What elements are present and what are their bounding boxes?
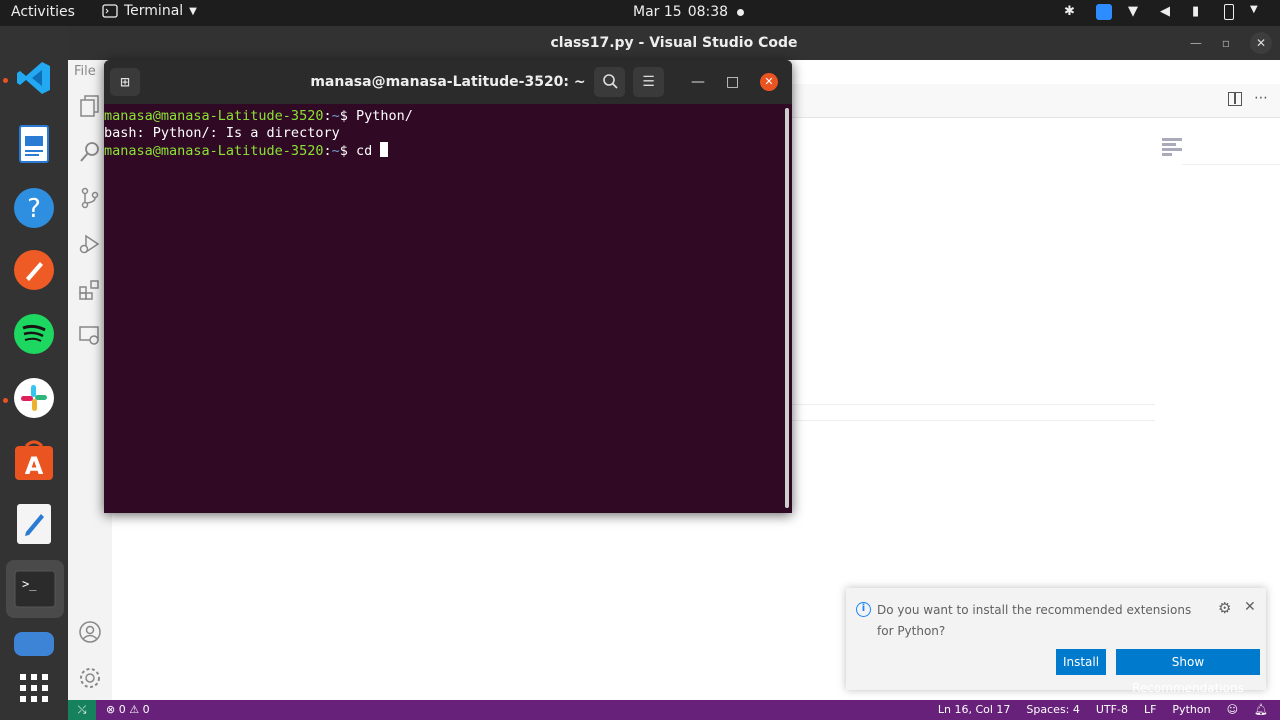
account-icon[interactable] (78, 620, 102, 644)
split-editor-icon[interactable] (1228, 92, 1242, 106)
text-cursor (380, 142, 389, 157)
vscode-icon[interactable] (12, 56, 56, 100)
power-menu-icon[interactable]: ▼ (1250, 4, 1266, 20)
running-indicator (3, 398, 8, 403)
encoding[interactable]: UTF-8 (1096, 703, 1128, 716)
maximize-icon[interactable]: □ (726, 60, 739, 104)
language-mode[interactable]: Python (1172, 703, 1210, 716)
clock-date: Mar 15 (633, 4, 682, 20)
minimap[interactable] (1162, 136, 1182, 166)
minimize-icon[interactable]: — (1190, 26, 1202, 60)
apps-grid-icon[interactable] (12, 666, 56, 710)
close-icon[interactable]: ✕ (760, 73, 778, 91)
zoom-tray-icon[interactable] (1096, 4, 1112, 20)
menu-file[interactable]: File (68, 60, 108, 84)
feedback-icon[interactable]: ☺ (1227, 703, 1238, 716)
system-tray[interactable]: ✱ ▼ ◀ ▮ ▼ (1064, 4, 1266, 20)
terminal-title: manasa@manasa-Latitude-3520: ~ (310, 74, 586, 90)
more-actions-icon[interactable]: ⋯ (1254, 90, 1268, 106)
spotify-icon[interactable] (12, 312, 56, 356)
new-tab-icon[interactable]: ⊞ (110, 68, 140, 96)
software-icon[interactable]: A (12, 438, 56, 482)
svg-text:?: ? (27, 194, 41, 224)
terminal-line: bash: Python/: Is a directory (104, 125, 340, 141)
slack-tray-icon[interactable]: ✱ (1064, 4, 1080, 20)
close-icon[interactable]: ✕ (1250, 32, 1272, 54)
clock-time: 08:38 (687, 4, 729, 20)
search-icon[interactable] (78, 140, 102, 164)
minimize-icon[interactable]: — (691, 60, 705, 104)
cursor-position[interactable]: Ln 16, Col 17 (938, 703, 1011, 716)
terminal-line: manasa@manasa-Latitude-3520:~$ Python/ (104, 108, 413, 124)
terminal-app-icon (102, 4, 118, 18)
activities-button[interactable]: Activities (11, 4, 75, 20)
writer-icon[interactable] (12, 122, 56, 166)
dock: ? A >_ (0, 26, 68, 720)
clock[interactable]: Mar 15 08:38 (633, 4, 745, 20)
running-indicator (3, 78, 8, 83)
indentation[interactable]: Spaces: 4 (1026, 703, 1079, 716)
explorer-icon[interactable] (78, 94, 102, 118)
files-icon[interactable] (12, 626, 56, 656)
editor-line-highlight (790, 420, 1155, 421)
install-button[interactable]: Install (1056, 649, 1106, 675)
notification-dot (737, 8, 745, 16)
wifi-icon[interactable]: ▼ (1128, 4, 1144, 20)
svg-text:A: A (25, 452, 44, 480)
notifications-bell-icon[interactable]: 🔔︎ (1254, 703, 1268, 716)
terminal-headerbar: ⊞ manasa@manasa-Latitude-3520: ~ ☰ — □ ✕ (104, 60, 792, 104)
app-menu[interactable]: Terminal ▼ (102, 3, 197, 19)
hamburger-menu-icon[interactable]: ☰ (633, 67, 664, 97)
terminal-icon[interactable]: >_ (6, 560, 64, 618)
terminal-window[interactable]: ⊞ manasa@manasa-Latitude-3520: ~ ☰ — □ ✕… (104, 60, 792, 513)
settings-gear-icon[interactable] (78, 666, 102, 690)
toast-message: Do you want to install the recommended e… (877, 603, 1192, 638)
editor-line-highlight (790, 404, 1155, 405)
terminal-line: manasa@manasa-Latitude-3520:~$ cd (104, 142, 792, 160)
postman-icon[interactable] (12, 248, 56, 292)
end-of-line[interactable]: LF (1144, 703, 1156, 716)
extensions-icon[interactable] (78, 278, 102, 302)
extension-recommendation-toast: i Do you want to install the recommended… (846, 588, 1266, 695)
editor-ruler (1182, 164, 1280, 165)
top-bar: Activities Terminal ▼ Mar 15 08:38 ✱ ▼ ◀… (0, 0, 1280, 26)
status-bar: ⤯ ⊗ 0 ⚠ 0 Ln 16, Col 17 Spaces: 4 UTF-8 … (68, 700, 1280, 720)
vscode-titlebar: class17.py - Visual Studio Code — ▫ ✕ (68, 26, 1280, 60)
volume-icon[interactable]: ◀ (1160, 4, 1176, 20)
gear-icon[interactable]: ⚙ (1218, 599, 1231, 617)
chevron-down-icon: ▼ (189, 5, 197, 17)
app-menu-label: Terminal (124, 3, 184, 19)
run-debug-icon[interactable] (78, 232, 102, 256)
vscode-window-title: class17.py - Visual Studio Code (550, 35, 798, 51)
terminal-output[interactable]: manasa@manasa-Latitude-3520:~$ Python/ b… (104, 104, 792, 160)
help-icon[interactable]: ? (12, 186, 56, 230)
svg-text:>_: >_ (22, 577, 37, 591)
close-icon[interactable]: ✕ (1244, 599, 1256, 615)
remote-indicator-icon[interactable]: ⤯ (68, 700, 96, 720)
maximize-icon[interactable]: ▫ (1222, 26, 1230, 60)
remote-explorer-icon[interactable] (78, 324, 102, 348)
show-recommendations-button[interactable]: Show Recommendations (1116, 649, 1260, 695)
text-editor-icon[interactable] (12, 502, 56, 546)
microphone-icon[interactable]: ▮ (1192, 4, 1208, 20)
search-icon[interactable] (594, 67, 625, 97)
info-icon: i (856, 602, 871, 617)
terminal-scrollbar[interactable] (785, 108, 789, 508)
slack-icon[interactable] (12, 376, 56, 420)
source-control-icon[interactable] (78, 186, 102, 210)
problems-count[interactable]: ⊗ 0 ⚠ 0 (106, 703, 150, 716)
battery-icon[interactable] (1224, 4, 1234, 20)
